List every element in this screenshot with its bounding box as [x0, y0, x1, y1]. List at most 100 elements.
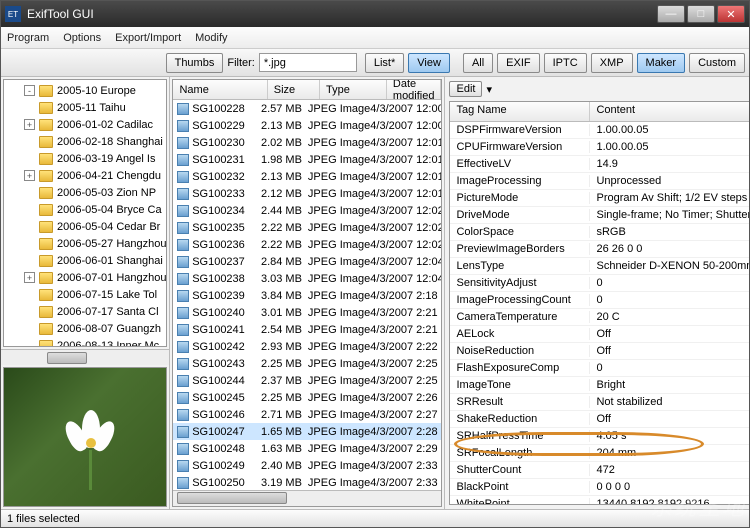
col-type[interactable]: Type — [320, 80, 387, 99]
file-row[interactable]: SG1002403.01 MBJPEG Image4/3/2007 2:21 — [173, 304, 441, 321]
tree-hscroll[interactable] — [1, 349, 169, 365]
menu-modify[interactable]: Modify — [195, 32, 227, 44]
file-row[interactable]: SG1002282.57 MBJPEG Image4/3/2007 12:00 — [173, 100, 441, 117]
tag-row[interactable]: SRFocalLength204 mm — [450, 445, 749, 462]
expand-icon[interactable]: + — [24, 272, 35, 283]
tag-row[interactable]: DSPFirmwareVersion1.00.00.05 — [450, 122, 749, 139]
file-row[interactable]: SG1002393.84 MBJPEG Image4/3/2007 2:18 — [173, 287, 441, 304]
tag-row[interactable]: CameraTemperature20 C — [450, 309, 749, 326]
file-row[interactable]: SG1002332.12 MBJPEG Image4/3/2007 12:01 — [173, 185, 441, 202]
all-button[interactable]: All — [463, 53, 493, 73]
tag-row[interactable]: WhitePoint13440 8192 8192 9216 — [450, 496, 749, 504]
tree-item[interactable]: 2006-05-27 Hangzhou — [4, 235, 166, 252]
file-row[interactable]: SG1002322.13 MBJPEG Image4/3/2007 12:01 — [173, 168, 441, 185]
minimize-button[interactable]: — — [657, 5, 685, 23]
file-row[interactable]: SG1002372.84 MBJPEG Image4/3/2007 12:04 — [173, 253, 441, 270]
file-row[interactable]: SG1002462.71 MBJPEG Image4/3/2007 2:27 — [173, 406, 441, 423]
menu-program[interactable]: Program — [7, 32, 49, 44]
tag-row[interactable]: DriveModeSingle-frame; No Timer; Shutter — [450, 207, 749, 224]
file-row[interactable]: SG1002412.54 MBJPEG Image4/3/2007 2:21 — [173, 321, 441, 338]
list-button[interactable]: List* — [365, 53, 404, 73]
tree-item[interactable]: 2005-11 Taihu — [4, 99, 166, 116]
tag-row[interactable]: ImageToneBright — [450, 377, 749, 394]
tag-value: Unprocessed — [590, 175, 749, 187]
tag-row[interactable]: FlashExposureComp0 — [450, 360, 749, 377]
tag-row[interactable]: LensTypeSchneider D-XENON 50-200mm — [450, 258, 749, 275]
filter-input[interactable] — [259, 53, 357, 72]
tag-row[interactable]: EffectiveLV14.9 — [450, 156, 749, 173]
expand-icon[interactable]: - — [24, 85, 35, 96]
expand-icon[interactable]: + — [24, 119, 35, 130]
file-row[interactable]: SG1002362.22 MBJPEG Image4/3/2007 12:02 — [173, 236, 441, 253]
maker-button[interactable]: Maker — [637, 53, 686, 73]
tree-item[interactable]: +2006-07-01 Hangzhou — [4, 269, 166, 286]
view-button[interactable]: View — [408, 53, 450, 73]
file-row[interactable]: SG1002342.44 MBJPEG Image4/3/2007 12:02 — [173, 202, 441, 219]
tag-row[interactable]: NoiseReductionOff — [450, 343, 749, 360]
edit-button[interactable]: Edit — [449, 81, 482, 97]
tag-row[interactable]: SensitivityAdjust0 — [450, 275, 749, 292]
tag-list-header[interactable]: Tag Name Content — [450, 102, 749, 122]
exif-button[interactable]: EXIF — [497, 53, 539, 73]
col-tagname[interactable]: Tag Name — [450, 102, 590, 121]
file-row[interactable]: SG1002352.22 MBJPEG Image4/3/2007 12:02 — [173, 219, 441, 236]
col-date[interactable]: Date modified — [387, 80, 442, 99]
file-list[interactable]: Name Size Type Date modified SG1002282.5… — [172, 79, 442, 507]
tree-item[interactable]: 2006-08-13 Inner Mc — [4, 337, 166, 347]
tree-item[interactable]: +2006-01-02 Cadilac — [4, 116, 166, 133]
maximize-button[interactable]: □ — [687, 5, 715, 23]
tree-item[interactable]: 2006-03-19 Angel Is — [4, 150, 166, 167]
tag-row[interactable]: ShutterCount472 — [450, 462, 749, 479]
file-row[interactable]: SG1002292.13 MBJPEG Image4/3/2007 12:00 — [173, 117, 441, 134]
xmp-button[interactable]: XMP — [591, 53, 633, 73]
tree-item[interactable]: -2005-10 Europe — [4, 82, 166, 99]
tree-item[interactable]: 2006-07-17 Santa Cl — [4, 303, 166, 320]
file-row[interactable]: SG1002383.03 MBJPEG Image4/3/2007 12:04 — [173, 270, 441, 287]
tag-row[interactable]: ShakeReductionOff — [450, 411, 749, 428]
menu-export-import[interactable]: Export/Import — [115, 32, 181, 44]
tag-row[interactable]: ImageProcessingUnprocessed — [450, 173, 749, 190]
col-content[interactable]: Content — [590, 102, 749, 121]
tag-row[interactable]: PictureModeProgram Av Shift; 1/2 EV step… — [450, 190, 749, 207]
tree-item[interactable]: 2006-08-07 Guangzh — [4, 320, 166, 337]
custom-button[interactable]: Custom — [689, 53, 745, 73]
tag-row[interactable]: ColorSpacesRGB — [450, 224, 749, 241]
tag-list[interactable]: Tag Name Content DSPFirmwareVersion1.00.… — [449, 101, 749, 505]
file-row[interactable]: SG1002442.37 MBJPEG Image4/3/2007 2:25 — [173, 372, 441, 389]
expand-icon[interactable]: + — [24, 170, 35, 181]
chevron-down-icon[interactable]: ▾ — [486, 83, 492, 96]
file-row[interactable]: SG1002471.65 MBJPEG Image4/3/2007 2:28 — [173, 423, 441, 440]
tree-item[interactable]: 2006-02-18 Shanghai — [4, 133, 166, 150]
file-row[interactable]: SG1002311.98 MBJPEG Image4/3/2007 12:01 — [173, 151, 441, 168]
close-button[interactable]: ✕ — [717, 5, 745, 23]
file-row[interactable]: SG1002503.19 MBJPEG Image4/3/2007 2:33 — [173, 474, 441, 490]
tag-row[interactable]: AELockOff — [450, 326, 749, 343]
folder-tree[interactable]: -2005-10 Europe2005-11 Taihu+2006-01-02 … — [3, 79, 167, 347]
tag-row[interactable]: CPUFirmwareVersion1.00.00.05 — [450, 139, 749, 156]
thumbs-button[interactable]: Thumbs — [166, 53, 224, 73]
file-list-hscroll[interactable] — [173, 490, 441, 506]
tree-item[interactable]: 2006-05-04 Cedar Br — [4, 218, 166, 235]
file-row[interactable]: SG1002422.93 MBJPEG Image4/3/2007 2:22 — [173, 338, 441, 355]
tag-row[interactable]: PreviewImageBorders26 26 0 0 — [450, 241, 749, 258]
tree-item[interactable]: 2006-07-15 Lake Tol — [4, 286, 166, 303]
file-row[interactable]: SG1002452.25 MBJPEG Image4/3/2007 2:26 — [173, 389, 441, 406]
file-list-header[interactable]: Name Size Type Date modified — [173, 80, 441, 100]
tree-item[interactable]: 2006-06-01 Shanghai — [4, 252, 166, 269]
tag-row[interactable]: SRResultNot stabilized — [450, 394, 749, 411]
file-row[interactable]: SG1002302.02 MBJPEG Image4/3/2007 12:01 — [173, 134, 441, 151]
file-row[interactable]: SG1002492.40 MBJPEG Image4/3/2007 2:33 — [173, 457, 441, 474]
tag-row[interactable]: ImageProcessingCount0 — [450, 292, 749, 309]
titlebar[interactable]: ET ExifTool GUI — □ ✕ — [1, 1, 749, 27]
menu-options[interactable]: Options — [63, 32, 101, 44]
tag-row[interactable]: BlackPoint0 0 0 0 — [450, 479, 749, 496]
file-row[interactable]: SG1002481.63 MBJPEG Image4/3/2007 2:29 — [173, 440, 441, 457]
tree-item[interactable]: 2006-05-04 Bryce Ca — [4, 201, 166, 218]
col-name[interactable]: Name — [173, 80, 267, 99]
tree-item[interactable]: 2006-05-03 Zion NP — [4, 184, 166, 201]
file-row[interactable]: SG1002432.25 MBJPEG Image4/3/2007 2:25 — [173, 355, 441, 372]
iptc-button[interactable]: IPTC — [544, 53, 587, 73]
tag-row[interactable]: SRHalfPressTime4.05 s — [450, 428, 749, 445]
tree-item[interactable]: +2006-04-21 Chengdu — [4, 167, 166, 184]
col-size[interactable]: Size — [268, 80, 320, 99]
